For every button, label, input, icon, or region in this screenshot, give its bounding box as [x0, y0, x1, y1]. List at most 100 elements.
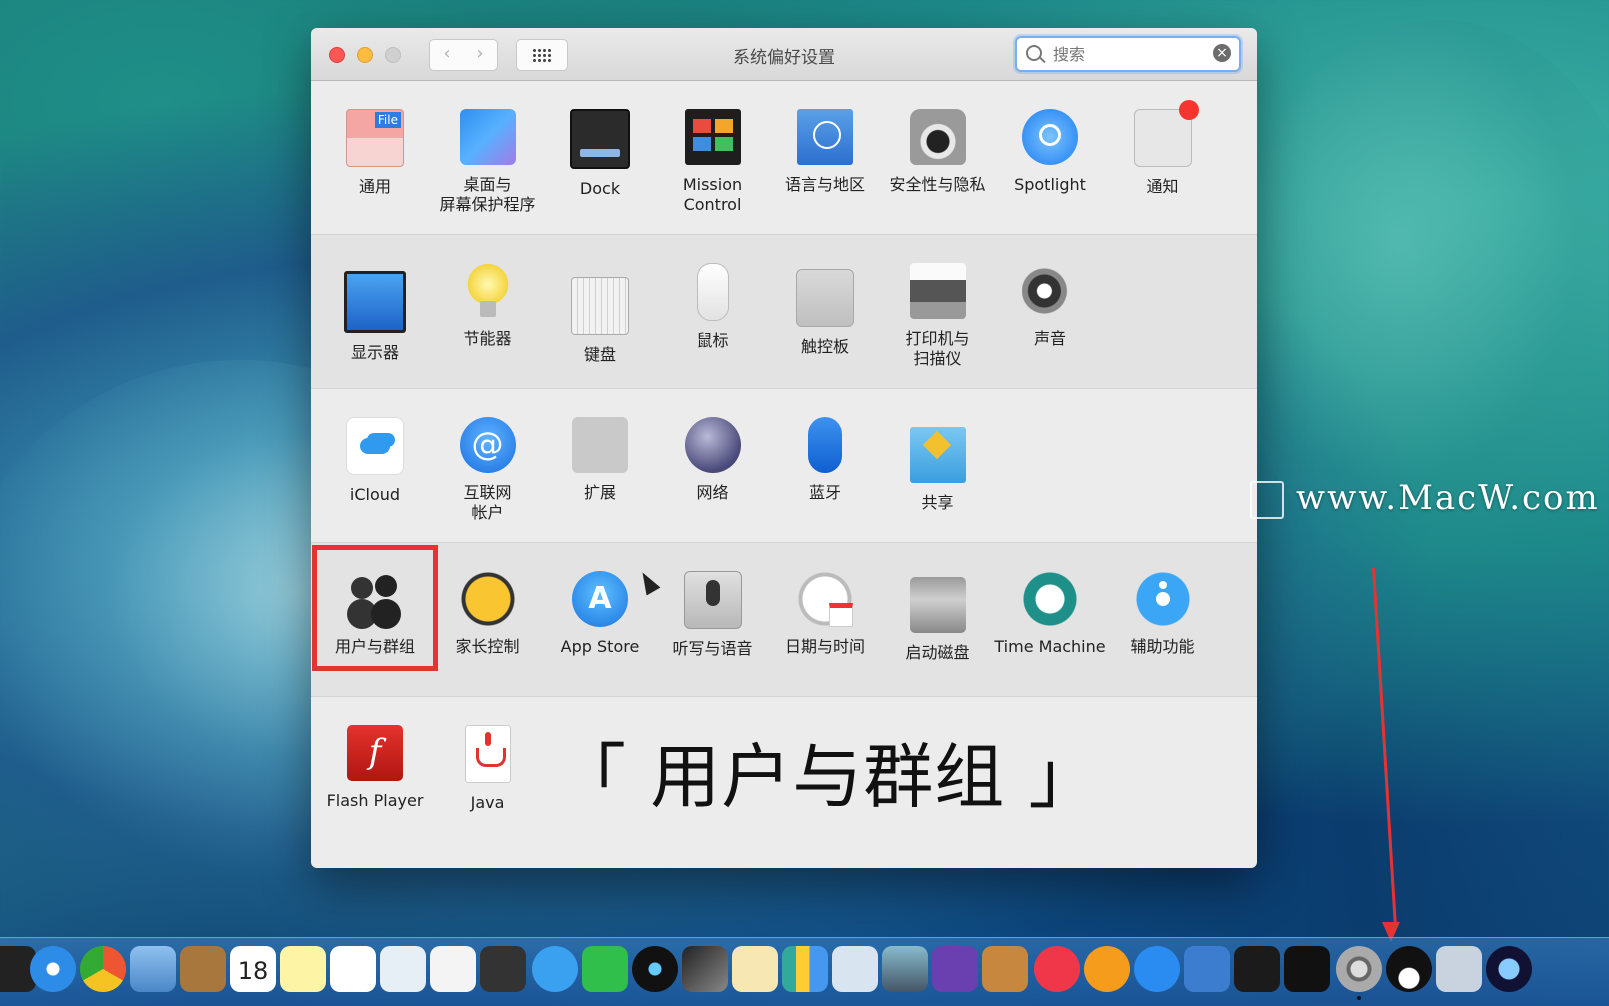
startup-disk-icon [909, 577, 966, 633]
desktop-screensaver-icon [459, 109, 516, 165]
pane-extensions[interactable]: 扩展 [543, 417, 657, 503]
pane-label: iCloud [349, 485, 401, 504]
language-region-icon [797, 109, 853, 165]
trackpad-icon [796, 269, 854, 327]
pane-flash-player[interactable]: f Flash Player [318, 725, 432, 811]
pane-label: 显示器 [350, 343, 399, 362]
pane-label: App Store [560, 637, 640, 656]
pane-time-machine[interactable]: Time Machine [993, 571, 1107, 657]
pane-label: Dock [579, 179, 621, 198]
pane-energy-saver[interactable]: 节能器 [431, 263, 545, 349]
flash-player-icon: f [347, 725, 403, 781]
activity-monitor-icon[interactable] [1234, 946, 1280, 992]
keynote-icon[interactable] [832, 946, 878, 992]
pane-label: 听写与语音 [672, 639, 753, 658]
pane-internet-accounts[interactable]: @ 互联网 帐户 [431, 417, 545, 523]
pane-label: Mission Control [682, 175, 743, 214]
accessibility-icon [1134, 571, 1191, 627]
search-icon [1026, 45, 1042, 61]
facetime-icon[interactable] [582, 946, 628, 992]
system-preferences-dock-icon[interactable] [1336, 946, 1382, 1000]
watermark-text: www.MacW.com [1296, 478, 1600, 518]
pane-desktop-screensaver[interactable]: 桌面与 屏幕保护程序 [431, 109, 545, 215]
pane-parental-controls[interactable]: 家长控制 [431, 571, 545, 657]
highlight-box [312, 545, 438, 671]
pane-row: 显示器 节能器 键盘 鼠标 触控板 打印机与 扫描仪 声音 [311, 235, 1257, 389]
displays-icon [344, 271, 406, 333]
mail-icon[interactable] [380, 946, 426, 992]
pane-icloud[interactable]: iCloud [318, 417, 432, 505]
search-field[interactable]: × [1015, 36, 1241, 72]
pane-sound[interactable]: 声音 [993, 263, 1107, 349]
pane-trackpad[interactable]: 触控板 [768, 263, 882, 357]
pane-label: 声音 [1033, 329, 1066, 348]
title-bar: ‹ › 系统偏好设置 × [311, 28, 1257, 81]
reminders-icon[interactable] [330, 946, 376, 992]
messages-icon[interactable] [532, 946, 578, 992]
pane-printers-scanners[interactable]: 打印机与 扫描仪 [881, 263, 995, 369]
garageband-icon[interactable] [982, 946, 1028, 992]
image-capture-icon[interactable] [1436, 946, 1482, 992]
pane-security-privacy[interactable]: 安全性与隐私 [881, 109, 995, 195]
pane-general[interactable]: 通用 [318, 109, 432, 197]
iphoto-icon[interactable] [882, 946, 928, 992]
pane-date-time[interactable]: 日期与时间 [768, 571, 882, 657]
pane-row: f Flash Player Java 「 用户与群组 」 [311, 697, 1257, 857]
terminal-icon[interactable] [1284, 946, 1330, 992]
quicktime-icon[interactable] [1486, 946, 1532, 992]
sound-icon [1022, 263, 1078, 319]
pages-icon[interactable] [732, 946, 778, 992]
pane-notifications[interactable]: 通知 [1106, 100, 1220, 197]
search-input[interactable] [1051, 42, 1205, 66]
pane-displays[interactable]: 显示器 [318, 263, 432, 363]
calendar-icon[interactable]: 18 [230, 946, 276, 992]
pane-label: 网络 [696, 483, 729, 502]
pane-label: 扩展 [583, 483, 616, 502]
dock: 18 [0, 937, 1609, 1006]
mission-control-icon [684, 109, 741, 165]
pane-label: Flash Player [326, 791, 424, 810]
safari-icon[interactable] [30, 946, 76, 992]
numbers-icon[interactable] [782, 946, 828, 992]
pane-dock[interactable]: Dock [543, 109, 657, 199]
pane-row: 用户与群组 家长控制 A App Store 听写与语音 日期与时间 启动磁盘 Time Ma… [311, 543, 1257, 697]
itunes-icon[interactable] [1034, 946, 1080, 992]
app-store-dock-icon[interactable] [1134, 946, 1180, 992]
watermark: www.MacW.com [1250, 478, 1600, 519]
keyboard-icon [571, 277, 629, 335]
pane-keyboard[interactable]: 键盘 [543, 263, 657, 365]
pane-mission-control[interactable]: Mission Control [656, 109, 770, 215]
general-icon [346, 109, 404, 167]
preview-icon[interactable] [130, 946, 176, 992]
clear-search-icon[interactable]: × [1213, 44, 1231, 62]
pane-label: 家长控制 [455, 637, 520, 656]
pane-label: 辅助功能 [1130, 637, 1195, 656]
printers-scanners-icon [909, 263, 966, 319]
xcode-icon[interactable] [1184, 946, 1230, 992]
pane-dictation-speech[interactable]: 听写与语音 [656, 571, 770, 659]
writer-icon[interactable] [430, 946, 476, 992]
pane-language-region[interactable]: 语言与地区 [768, 109, 882, 195]
pane-java[interactable]: Java [431, 725, 545, 813]
pane-startup-disk[interactable]: 启动磁盘 [881, 571, 995, 663]
photo-booth-icon[interactable] [632, 946, 678, 992]
pane-sharing[interactable]: 共享 [881, 417, 995, 513]
contacts-icon[interactable] [180, 946, 226, 992]
pane-network[interactable]: 网络 [656, 417, 770, 503]
pane-label: 触控板 [800, 337, 849, 356]
notes-icon[interactable] [280, 946, 326, 992]
ibooks-icon[interactable] [1084, 946, 1130, 992]
qq-icon[interactable] [1386, 946, 1432, 992]
pane-label: 启动磁盘 [905, 643, 970, 662]
writer-dark-icon[interactable] [480, 946, 526, 992]
pane-spotlight[interactable]: Spotlight [993, 109, 1107, 195]
mouse-icon [696, 263, 729, 321]
watermark-logo-icon [1250, 481, 1284, 519]
final-cut-icon[interactable] [682, 946, 728, 992]
imovie-icon[interactable] [932, 946, 978, 992]
pane-bluetooth[interactable]: 蓝牙 [768, 417, 882, 503]
energy-saver-icon [459, 263, 516, 319]
pane-accessibility[interactable]: 辅助功能 [1106, 571, 1220, 657]
chrome-icon[interactable] [80, 946, 126, 992]
pane-mouse[interactable]: 鼠标 [656, 263, 770, 351]
